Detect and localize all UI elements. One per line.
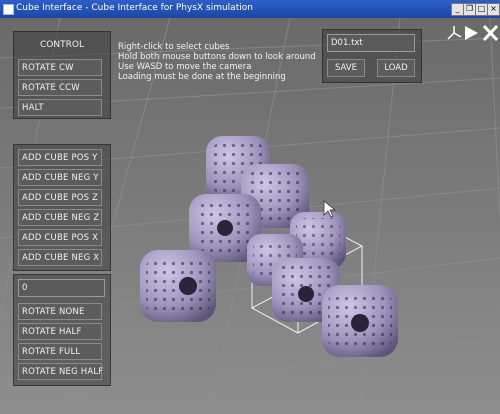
add-cube-pos-y-button[interactable]: ADD CUBE POS Y: [18, 149, 102, 166]
rotate-ccw-button[interactable]: ROTATE CCW: [18, 79, 102, 96]
close-icon[interactable]: ×: [487, 3, 500, 16]
rotation-value-input[interactable]: 0: [18, 279, 105, 297]
filename-input[interactable]: D01.txt: [327, 34, 415, 52]
close-x-icon[interactable]: [482, 24, 499, 42]
cube: [140, 250, 216, 322]
save-button[interactable]: SAVE: [327, 59, 365, 77]
load-button[interactable]: LOAD: [377, 59, 415, 77]
add-cube-panel: ADD CUBE POS Y ADD CUBE NEG Y ADD CUBE P…: [13, 144, 111, 271]
control-panel: CONTROL ROTATE CW ROTATE CCW HALT: [13, 31, 111, 119]
help-line: Right-click to select cubes: [118, 42, 230, 52]
rotate-cw-button[interactable]: ROTATE CW: [18, 59, 102, 76]
add-cube-pos-x-button[interactable]: ADD CUBE POS X: [18, 229, 102, 246]
rotate-none-button[interactable]: ROTATE NONE: [18, 303, 102, 320]
cube: [322, 285, 398, 357]
help-line: Loading must be done at the beginning: [118, 72, 286, 82]
rotate-neg-half-button[interactable]: ROTATE NEG HALF: [18, 363, 103, 380]
add-cube-neg-y-button[interactable]: ADD CUBE NEG Y: [18, 169, 102, 186]
halt-button[interactable]: HALT: [18, 99, 102, 116]
add-cube-pos-z-button[interactable]: ADD CUBE POS Z: [18, 189, 102, 206]
window-title: Cube Interface - Cube Interface for Phys…: [16, 3, 253, 13]
play-icon[interactable]: [465, 26, 478, 40]
title-bar: Cube Interface - Cube Interface for Phys…: [0, 0, 500, 18]
rotate-full-button[interactable]: ROTATE FULL: [18, 343, 102, 360]
rotate-half-button[interactable]: ROTATE HALF: [18, 323, 102, 340]
add-cube-neg-z-button[interactable]: ADD CUBE NEG Z: [18, 209, 102, 226]
file-panel: D01.txt SAVE LOAD: [322, 29, 422, 83]
axes-icon[interactable]: [447, 26, 462, 40]
help-line: Hold both mouse buttons down to look aro…: [118, 52, 316, 62]
help-line: Use WASD to move the camera: [118, 62, 252, 72]
corner-toolbar: [446, 24, 500, 42]
app-icon: [3, 4, 14, 15]
help-text: Right-click to select cubes Hold both mo…: [118, 42, 316, 82]
rotate-panel: 0 ROTATE NONE ROTATE HALF ROTATE FULL RO…: [13, 274, 111, 386]
add-cube-neg-x-button[interactable]: ADD CUBE NEG X: [18, 249, 102, 266]
control-heading: CONTROL: [40, 40, 84, 50]
